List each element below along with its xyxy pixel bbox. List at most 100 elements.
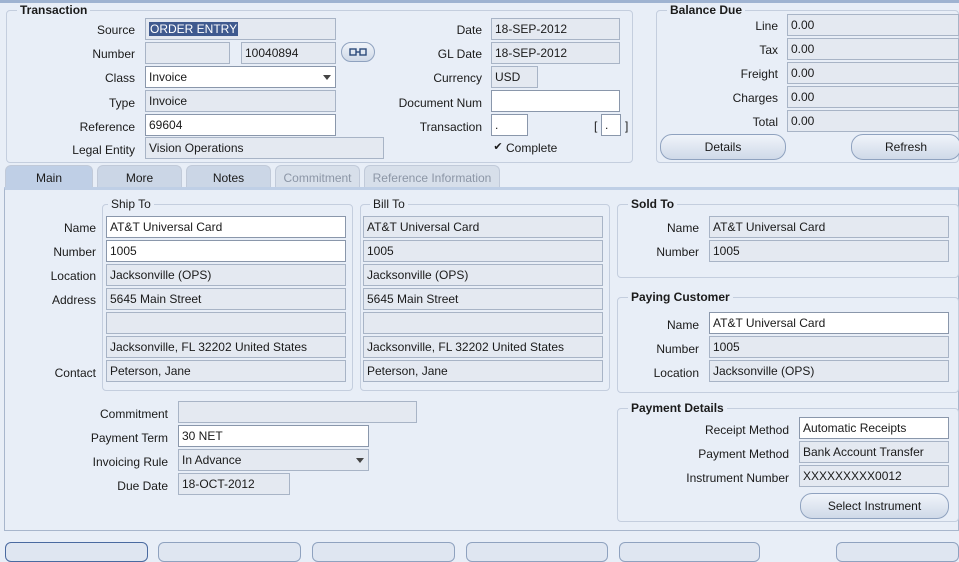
bill-to-contact-field[interactable]: Peterson, Jane [363,360,603,382]
payment-term-field[interactable]: 30 NET [178,425,369,447]
tab-more-label: More [125,171,154,185]
ship-to-address3-field[interactable]: Jacksonville, FL 32202 United States [106,336,346,358]
ship-to-name-field[interactable]: AT&T Universal Card [106,216,346,238]
paying-customer-name-field[interactable]: AT&T Universal Card [709,312,949,334]
source-label: Source [96,23,135,37]
bracket-field[interactable]: . [601,114,621,136]
currency-field[interactable]: USD [491,66,538,88]
paying-customer-location-field[interactable]: Jacksonville (OPS) [709,360,949,382]
tab-commitment-label: Commitment [283,171,352,185]
freight-label: Freight [740,67,778,81]
bill-to-address2-field[interactable] [363,312,603,334]
tab-reference-information[interactable]: Reference Information [364,165,500,188]
bottom-button-2[interactable] [158,542,301,562]
bill-to-location-field[interactable]: Jacksonville (OPS) [363,264,603,286]
paying-location-label: Location [653,366,699,380]
ship-to-title: Ship To [108,197,154,211]
receipt-method-field[interactable]: Automatic Receipts [799,417,949,439]
chevron-down-icon [323,75,331,80]
payment-method-label: Payment Method [698,447,789,461]
instrument-number-field[interactable]: XXXXXXXXX0012 [799,465,949,487]
bottom-button-5[interactable] [619,542,760,562]
bill-to-number-field[interactable]: 1005 [363,240,603,262]
select-instrument-button-label: Select Instrument [827,499,922,513]
ship-to-contact-field[interactable]: Peterson, Jane [106,360,346,382]
bill-to-address1-field[interactable]: 5645 Main Street [363,288,603,310]
class-value: Invoice [149,70,188,84]
window-top-border [0,0,959,3]
tax-field[interactable]: 0.00 [787,38,959,60]
bracket-close: ] [625,119,629,133]
bottom-button-3[interactable] [312,542,455,562]
ship-to-address2-field[interactable] [106,312,346,334]
charges-label: Charges [732,91,778,105]
tab-main-label: Main [35,171,62,185]
payment-method-field[interactable]: Bank Account Transfer [799,441,949,463]
due-date-field[interactable]: 18-OCT-2012 [178,473,290,495]
invoicing-rule-label: Invoicing Rule [92,455,168,469]
number-prefix-field[interactable] [145,42,230,64]
total-label: Total [752,115,778,129]
balance-due-title: Balance Due [667,3,746,17]
currency-label: Currency [433,71,482,85]
charges-field[interactable]: 0.00 [787,86,959,108]
bottom-button-6[interactable] [836,542,959,562]
bracket-open: [ [594,119,598,133]
sold-to-name-field[interactable]: AT&T Universal Card [709,216,949,238]
refresh-button-label: Refresh [884,140,928,154]
tab-main[interactable]: Main [5,165,93,188]
ship-to-number-field[interactable]: 1005 [106,240,346,262]
commitment-label: Commitment [99,407,168,421]
date-label: Date [456,23,482,37]
chevron-down-icon [356,458,364,463]
line-field[interactable]: 0.00 [787,14,959,36]
bottom-button-4[interactable] [466,542,608,562]
transaction-flag-field[interactable]: . [491,114,528,136]
source-field[interactable]: ORDER ENTRY [145,18,336,40]
type-field[interactable]: Invoice [145,90,336,112]
tab-notes[interactable]: Notes [186,165,271,188]
ship-to-location-field[interactable]: Jacksonville (OPS) [106,264,346,286]
bill-to-address3-field[interactable]: Jacksonville, FL 32202 United States [363,336,603,358]
source-selected-text: ORDER ENTRY [149,22,239,36]
complete-label: Complete [506,141,558,155]
ship-number-label: Number [53,245,96,259]
sold-to-number-field[interactable]: 1005 [709,240,949,262]
number-label: Number [92,47,135,61]
invoicing-rule-value: In Advance [182,453,242,467]
paying-customer-number-field[interactable]: 1005 [709,336,949,358]
lookup-button[interactable] [341,42,375,62]
document-num-field[interactable] [491,90,620,112]
line-label: Line [755,19,778,33]
checkmark-icon[interactable]: ✔ [492,141,504,153]
ship-contact-label: Contact [54,366,96,380]
bill-to-title: Bill To [370,197,408,211]
legal-entity-field[interactable]: Vision Operations [145,137,384,159]
transaction-group-title: Transaction [17,3,91,17]
transaction-flag-label: Transaction [419,120,482,134]
bill-to-name-field[interactable]: AT&T Universal Card [363,216,603,238]
paying-number-label: Number [656,342,699,356]
details-button[interactable]: Details [660,134,786,160]
freight-field[interactable]: 0.00 [787,62,959,84]
reference-field[interactable]: 69604 [145,114,336,136]
ship-location-label: Location [50,269,96,283]
date-field[interactable]: 18-SEP-2012 [491,18,620,40]
type-label: Type [108,96,135,110]
instrument-number-label: Instrument Number [686,471,789,485]
class-select[interactable]: Invoice [145,66,336,88]
select-instrument-button[interactable]: Select Instrument [800,493,949,519]
ship-to-address1-field[interactable]: 5645 Main Street [106,288,346,310]
gl-date-field[interactable]: 18-SEP-2012 [491,42,620,64]
tab-commitment[interactable]: Commitment [275,165,360,188]
refresh-button[interactable]: Refresh [851,134,959,160]
paying-customer-title: Paying Customer [628,290,733,304]
number-field[interactable]: 10040894 [241,42,336,64]
document-num-label: Document Num [398,96,482,110]
invoicing-rule-select[interactable]: In Advance [178,449,369,471]
bottom-button-1[interactable] [5,542,148,562]
tab-more[interactable]: More [97,165,182,188]
commitment-field[interactable] [178,401,417,423]
tab-reference-information-label: Reference Information [372,171,492,185]
total-field[interactable]: 0.00 [787,110,959,132]
